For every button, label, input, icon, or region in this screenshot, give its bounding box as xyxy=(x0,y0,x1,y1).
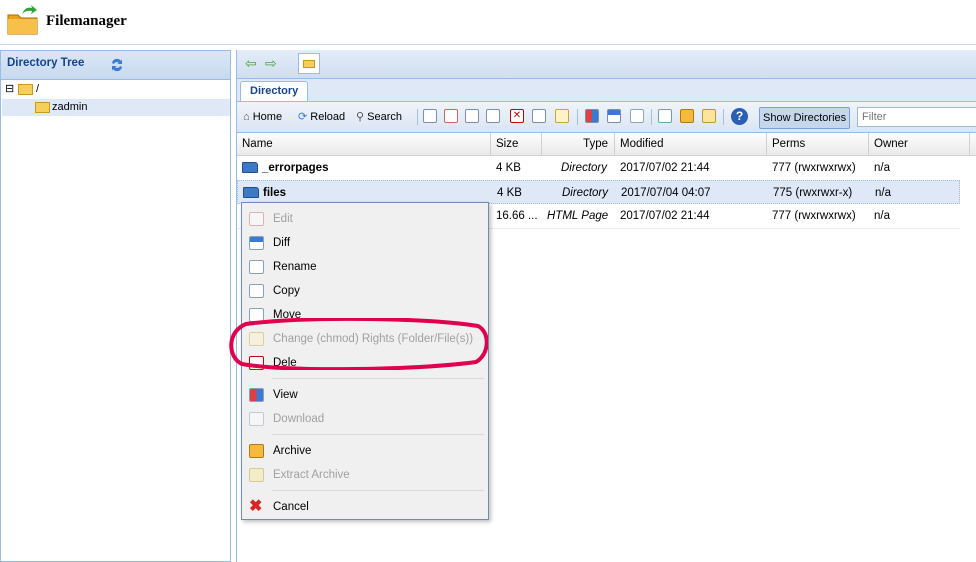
directory-tree-title: Directory Tree xyxy=(7,57,85,69)
cell-size: 16.66 ... xyxy=(496,210,538,222)
menu-item-extract-archive[interactable]: Extract Archive xyxy=(242,464,488,486)
column-header-name[interactable]: Name xyxy=(237,133,491,155)
tree-node-label: / xyxy=(36,83,40,95)
path-box[interactable] xyxy=(298,53,320,74)
archive-icon xyxy=(249,444,264,458)
cell-name: _errorpages xyxy=(237,156,491,180)
directory-tree-panel: Directory Tree ⊟ / zadmin xyxy=(0,50,231,562)
cell-owner: n/a xyxy=(875,187,891,199)
folder-icon xyxy=(243,187,259,198)
download-icon[interactable] xyxy=(630,109,644,123)
cancel-icon: ✖ xyxy=(249,498,263,515)
menu-item-download[interactable]: Download xyxy=(242,408,488,430)
folder-icon xyxy=(18,84,33,95)
table-row[interactable]: _errorpages 4 KB Directory 2017/07/02 21… xyxy=(237,156,960,181)
column-header-owner[interactable]: Owner xyxy=(869,133,970,155)
folder-icon xyxy=(242,162,258,173)
delete-icon[interactable]: ✕ xyxy=(510,109,524,123)
extract-icon xyxy=(249,468,264,482)
column-header-type[interactable]: Type xyxy=(542,133,615,155)
folder-logo-icon xyxy=(7,5,38,35)
cell-owner: n/a xyxy=(874,210,890,222)
menu-separator xyxy=(272,490,484,491)
tab-strip: Directory xyxy=(237,79,976,102)
menu-item-archive[interactable]: Archive xyxy=(242,440,488,462)
reload-label: Reload xyxy=(310,111,346,123)
rename-icon xyxy=(249,260,264,274)
menu-item-copy[interactable]: Copy xyxy=(242,280,488,302)
view-icon xyxy=(249,388,264,402)
paste-icon[interactable] xyxy=(486,109,500,123)
cell-type: HTML Page xyxy=(547,210,609,222)
column-header-modified[interactable]: Modified xyxy=(615,133,767,155)
rename-icon[interactable] xyxy=(532,109,546,123)
tab-directory[interactable]: Directory xyxy=(240,81,309,101)
forward-arrow-icon[interactable]: ⇨ xyxy=(265,55,277,72)
search-button[interactable]: ⚲ Search xyxy=(356,108,402,126)
new-file-icon[interactable] xyxy=(423,109,437,123)
download-icon xyxy=(249,412,264,426)
grid-header: Name Size Type Modified Perms Owner xyxy=(237,133,976,156)
diff-icon xyxy=(249,236,264,250)
cell-modified: 2017/07/02 21:44 xyxy=(620,162,710,174)
tree-node-root[interactable]: ⊟ / xyxy=(1,81,230,98)
cell-owner: n/a xyxy=(874,162,890,174)
directory-tree-header: Directory Tree xyxy=(1,51,230,80)
refresh-tree-icon[interactable] xyxy=(109,57,125,73)
menu-item-diff[interactable]: Diff xyxy=(242,232,488,254)
menu-item-view[interactable]: View xyxy=(242,384,488,406)
cell-size: 4 KB xyxy=(496,162,521,174)
edit-icon[interactable] xyxy=(444,109,458,123)
table-row-selected[interactable]: files 4 KB Directory 2017/07/04 04:07 77… xyxy=(237,180,960,204)
home-button[interactable]: ⌂ Home xyxy=(243,108,282,126)
tree-node-zadmin[interactable]: zadmin xyxy=(2,99,230,116)
toolbar: ⌂ Home ⟳ Reload ⚲ Search ✕ ? Show Direct… xyxy=(237,102,976,133)
column-header-perms[interactable]: Perms xyxy=(767,133,869,155)
app-title: Filemanager xyxy=(46,13,127,29)
archive-icon[interactable] xyxy=(680,109,694,123)
cell-type: Directory xyxy=(561,187,608,199)
menu-separator xyxy=(272,378,484,379)
copy-icon[interactable] xyxy=(465,109,479,123)
extract-icon[interactable] xyxy=(702,109,716,123)
menu-separator xyxy=(272,434,484,435)
view-icon[interactable] xyxy=(585,109,599,123)
search-label: Search xyxy=(367,111,402,123)
copy-icon xyxy=(249,284,264,298)
toolbar-separator xyxy=(651,109,652,125)
cell-perms: 777 (rwxrwxrwx) xyxy=(772,162,856,174)
toolbar-separator xyxy=(723,109,724,125)
navigation-bar: ⇦ ⇨ xyxy=(237,50,976,79)
toolbar-separator xyxy=(577,109,578,125)
cell-modified: 2017/07/02 21:44 xyxy=(620,210,710,222)
app-header: Filemanager xyxy=(0,0,976,45)
menu-item-edit[interactable]: Edit xyxy=(242,208,488,230)
chmod-icon[interactable] xyxy=(555,109,569,123)
toolbar-separator xyxy=(417,109,418,125)
reload-button[interactable]: ⟳ Reload xyxy=(298,108,345,126)
upload-icon[interactable] xyxy=(658,109,672,123)
cell-perms: 777 (rwxrwxrwx) xyxy=(772,210,856,222)
filter-input[interactable] xyxy=(857,107,976,127)
folder-icon xyxy=(35,102,50,113)
tree-node-label: zadmin xyxy=(52,101,88,113)
edit-icon xyxy=(249,212,264,226)
menu-item-rename[interactable]: Rename xyxy=(242,256,488,278)
cell-modified: 2017/07/04 04:07 xyxy=(621,187,711,199)
folder-icon xyxy=(303,60,315,68)
back-arrow-icon[interactable]: ⇦ xyxy=(245,55,257,72)
diff-icon[interactable] xyxy=(607,109,621,123)
cell-size: 4 KB xyxy=(497,187,522,199)
annotation-highlight xyxy=(229,318,488,370)
collapse-icon[interactable]: ⊟ xyxy=(5,82,14,95)
menu-item-cancel[interactable]: ✖ Cancel xyxy=(242,496,488,518)
column-header-size[interactable]: Size xyxy=(491,133,542,155)
cell-type: Directory xyxy=(560,162,607,174)
cell-perms: 775 (rwxrwxr-x) xyxy=(773,187,853,199)
home-label: Home xyxy=(252,111,283,123)
show-directories-toggle[interactable]: Show Directories xyxy=(759,107,851,129)
help-icon[interactable]: ? xyxy=(731,108,748,125)
